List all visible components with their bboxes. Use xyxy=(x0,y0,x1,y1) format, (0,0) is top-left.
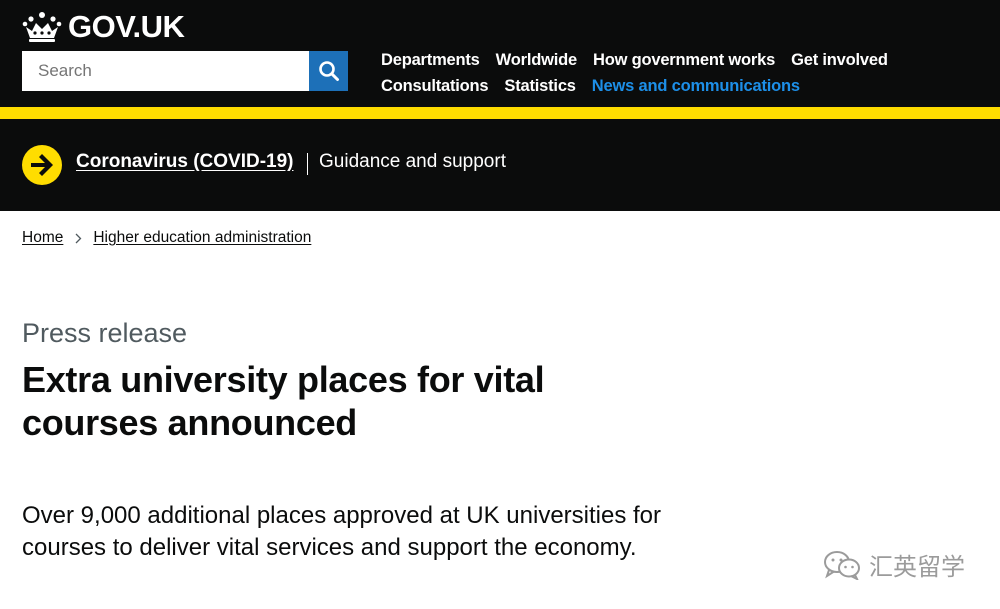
breadcrumb: Home Higher education administration xyxy=(22,229,311,247)
govuk-logo[interactable]: GOV.UK xyxy=(22,9,185,45)
nav-row-2: Consultations Statistics News and commun… xyxy=(381,73,981,99)
crown-icon xyxy=(22,12,62,42)
nav-link-consultations[interactable]: Consultations xyxy=(381,77,489,96)
covid-guidance-text: Guidance and support xyxy=(319,151,506,172)
page-title: Extra university places for vital course… xyxy=(22,359,545,443)
nav-link-news-and-communications[interactable]: News and communications xyxy=(592,77,800,96)
page-lede: Over 9,000 additional places approved at… xyxy=(22,502,662,561)
search-input[interactable] xyxy=(22,51,309,91)
covid-link[interactable]: Coronavirus (COVID-19) xyxy=(76,151,293,173)
content-type-caption: Press release xyxy=(22,318,188,348)
nav-link-worldwide[interactable]: Worldwide xyxy=(496,51,578,70)
breadcrumb-home[interactable]: Home xyxy=(22,229,63,247)
logo-text: GOV.UK xyxy=(68,9,185,44)
site-header: GOV.UK Departments Worldwide How governm… xyxy=(0,0,1000,107)
main-navigation: Departments Worldwide How government wor… xyxy=(381,47,981,99)
nav-link-how-government-works[interactable]: How government works xyxy=(593,51,775,70)
covid-banner: Coronavirus (COVID-19) Guidance and supp… xyxy=(0,119,1000,211)
arrow-right-icon xyxy=(22,145,62,185)
wechat-icon xyxy=(824,550,860,580)
search-button[interactable] xyxy=(309,51,348,91)
breadcrumb-higher-education-administration[interactable]: Higher education administration xyxy=(93,229,311,247)
nav-link-departments[interactable]: Departments xyxy=(381,51,480,70)
nav-link-statistics[interactable]: Statistics xyxy=(504,77,576,96)
chevron-right-icon xyxy=(75,233,82,244)
search-icon xyxy=(318,61,339,81)
watermark-text: 汇英留学 xyxy=(869,553,965,581)
watermark: 汇英留学 xyxy=(823,547,965,582)
header-yellow-stripe xyxy=(0,107,1000,119)
nav-link-get-involved[interactable]: Get involved xyxy=(791,51,888,70)
search-form xyxy=(22,51,348,91)
nav-row-1: Departments Worldwide How government wor… xyxy=(381,47,981,73)
covid-divider xyxy=(307,153,308,175)
